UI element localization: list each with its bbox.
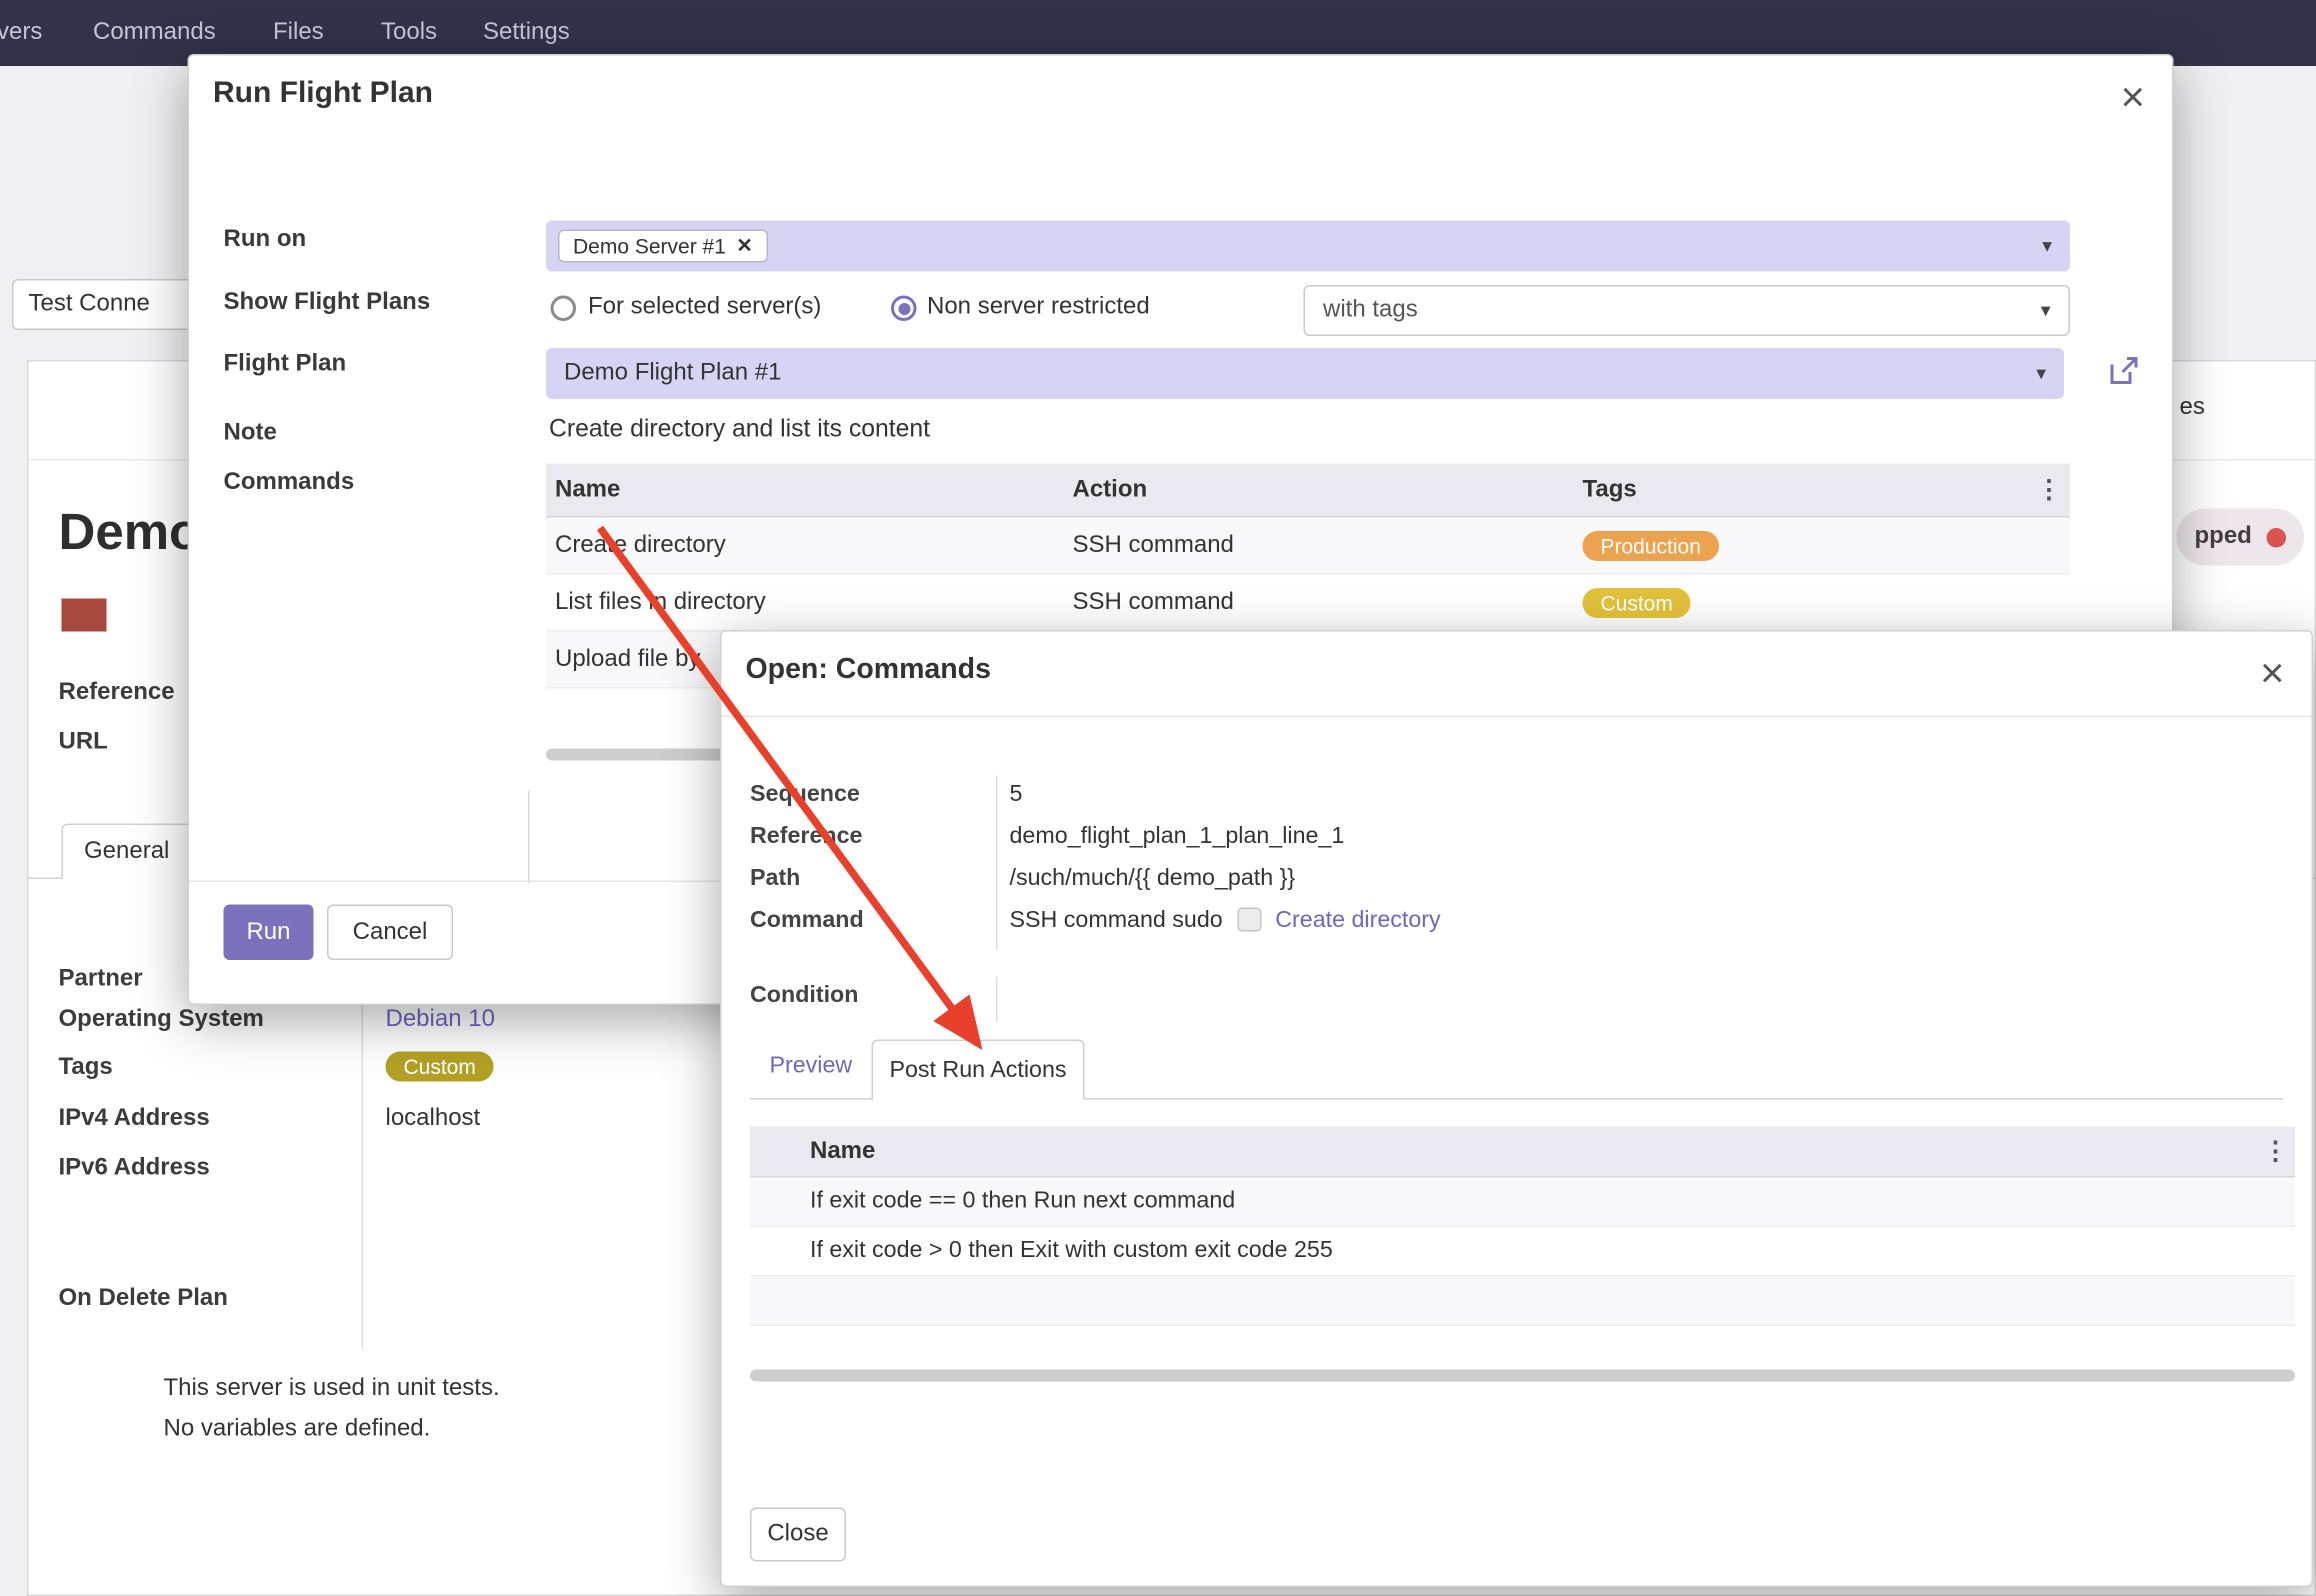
screenshot-root: vers Commands Files Tools Settings Test … bbox=[0, 0, 2316, 1596]
menu-item-tools[interactable]: Tools bbox=[381, 20, 437, 47]
table-row[interactable]: If exit code == 0 then Run next command bbox=[750, 1178, 2295, 1228]
note-label: Note bbox=[224, 420, 277, 447]
field-column-divider bbox=[362, 962, 364, 1349]
status-badge-label: pped bbox=[2195, 524, 2252, 551]
dialog-title: Open: Commands bbox=[746, 654, 991, 687]
flight-plan-value: Demo Flight Plan #1 bbox=[564, 360, 781, 387]
chip-remove-icon[interactable]: ✕ bbox=[736, 234, 752, 258]
server-chip-label: Demo Server #1 bbox=[573, 234, 726, 258]
tab-preview[interactable]: Preview bbox=[770, 1053, 853, 1080]
command-value-row: SSH command sudo Create directory bbox=[1010, 908, 1441, 935]
open-commands-dialog: Open: Commands × Sequence Reference Path… bbox=[720, 630, 2313, 1587]
row-name: If exit code == 0 then Run next command bbox=[810, 1188, 2256, 1215]
radio-non-server-restricted[interactable] bbox=[891, 296, 917, 322]
row-action: SSH command bbox=[1064, 532, 1574, 559]
sequence-value: 5 bbox=[1010, 782, 1023, 809]
table-header-row: Name Action Tags ⋮ bbox=[546, 464, 2070, 518]
close-button[interactable]: Close bbox=[750, 1508, 846, 1562]
command-label: Command bbox=[750, 908, 864, 935]
ipv4-label: IPv4 Address bbox=[59, 1106, 210, 1133]
radio-non-server-restricted-label[interactable]: Non server restricted bbox=[927, 294, 1150, 321]
ipv4-value: localhost bbox=[386, 1106, 481, 1133]
condition-value-divider bbox=[996, 977, 998, 1022]
table-row-empty bbox=[750, 1277, 2295, 1327]
chevron-down-icon[interactable]: ▾ bbox=[2042, 234, 2052, 258]
reference-value: demo_flight_plan_1_plan_line_1 bbox=[1010, 824, 1345, 851]
path-label: Path bbox=[750, 866, 800, 893]
table-row[interactable]: List files in directory SSH command Cust… bbox=[546, 575, 2070, 632]
kebab-icon[interactable]: ⋮ bbox=[2028, 475, 2070, 505]
horizontal-scrollbar[interactable] bbox=[750, 1370, 2295, 1382]
flight-plan-select[interactable]: Demo Flight Plan #1 ▾ bbox=[546, 348, 2064, 399]
pane-divider bbox=[528, 791, 530, 884]
col-name-header: Name bbox=[546, 476, 1064, 503]
on-delete-plan-label: On Delete Plan bbox=[59, 1286, 228, 1313]
cancel-button[interactable]: Cancel bbox=[327, 905, 453, 961]
run-on-label: Run on bbox=[224, 227, 307, 254]
status-badge-stopped: pped bbox=[2177, 509, 2305, 566]
show-flight-plans-label: Show Flight Plans bbox=[224, 290, 431, 317]
command-value: SSH command sudo bbox=[1010, 908, 1223, 934]
external-link-icon[interactable] bbox=[2106, 353, 2142, 389]
server-title: Demo bbox=[59, 504, 201, 563]
table-header-row: Name ⋮ bbox=[750, 1127, 2295, 1178]
field-value-divider bbox=[996, 776, 998, 950]
row-action: SSH command bbox=[1064, 589, 1574, 616]
reference-label: Reference bbox=[750, 824, 862, 851]
partner-label: Partner bbox=[59, 966, 143, 993]
url-label: URL bbox=[59, 729, 108, 756]
radio-for-selected-servers-label[interactable]: For selected server(s) bbox=[588, 294, 821, 321]
plan-summary-text: Create directory and list its content bbox=[549, 416, 930, 445]
run-on-select[interactable]: Demo Server #1 ✕ ▾ bbox=[546, 221, 2070, 272]
with-tags-select[interactable]: with tags ▾ bbox=[1304, 285, 2071, 336]
col-tags-header: Tags bbox=[1574, 476, 2029, 503]
statusbar-partial-text: es bbox=[2180, 395, 2205, 422]
sequence-label: Sequence bbox=[750, 782, 860, 809]
header-divider bbox=[722, 716, 2312, 718]
tag-badge: Production bbox=[1583, 530, 1719, 560]
server-note-line1: This server is used in unit tests. bbox=[164, 1376, 500, 1403]
menu-item-files[interactable]: Files bbox=[273, 20, 324, 47]
close-icon[interactable]: × bbox=[2260, 653, 2285, 695]
tags-label: Tags bbox=[59, 1055, 113, 1082]
chevron-down-icon[interactable]: ▾ bbox=[2041, 299, 2051, 323]
with-tags-value: with tags bbox=[1323, 297, 1418, 324]
screenshot-viewport: vers Commands Files Tools Settings Test … bbox=[0, 0, 2316, 1596]
close-icon[interactable]: × bbox=[2120, 77, 2145, 119]
post-run-actions-table: Name ⋮ If exit code == 0 then Run next c… bbox=[750, 1127, 2295, 1327]
dialog-title: Run Flight Plan bbox=[213, 77, 433, 112]
tag-badge: Custom bbox=[1583, 587, 1691, 617]
reference-label: Reference bbox=[59, 680, 175, 707]
menu-item-servers[interactable]: vers bbox=[0, 20, 42, 47]
col-action-header: Action bbox=[1064, 476, 1574, 503]
commands-label: Commands bbox=[224, 470, 355, 497]
operating-system-value[interactable]: Debian 10 bbox=[386, 1007, 495, 1034]
chevron-down-icon[interactable]: ▾ bbox=[2036, 362, 2046, 386]
tab-post-run-actions[interactable]: Post Run Actions bbox=[872, 1040, 1085, 1100]
menu-item-commands[interactable]: Commands bbox=[93, 20, 216, 47]
row-name: If exit code > 0 then Exit with custom e… bbox=[810, 1238, 2256, 1265]
condition-label: Condition bbox=[750, 983, 858, 1010]
kebab-icon[interactable]: ⋮ bbox=[2256, 1136, 2295, 1166]
ipv6-label: IPv6 Address bbox=[59, 1155, 210, 1182]
radio-for-selected-servers[interactable] bbox=[551, 296, 577, 322]
run-button[interactable]: Run bbox=[224, 905, 314, 961]
server-chip[interactable]: Demo Server #1 ✕ bbox=[558, 230, 768, 263]
path-value: /such/much/{{ demo_path }} bbox=[1010, 866, 1296, 893]
status-dot-icon bbox=[2267, 527, 2287, 547]
operating-system-label: Operating System bbox=[59, 1007, 264, 1034]
tag-badge-custom: Custom bbox=[386, 1052, 494, 1082]
menu-item-settings[interactable]: Settings bbox=[483, 20, 570, 47]
row-name: List files in directory bbox=[546, 589, 1064, 616]
radio-selected-dot bbox=[898, 302, 910, 314]
table-row[interactable]: Create directory SSH command Production bbox=[546, 518, 2070, 575]
col-name-header: Name bbox=[810, 1138, 2256, 1165]
server-color-swatch bbox=[62, 599, 107, 632]
create-directory-link[interactable]: Create directory bbox=[1275, 908, 1440, 934]
row-name: Create directory bbox=[546, 532, 1064, 559]
server-note-line2: No variables are defined. bbox=[164, 1416, 431, 1443]
table-row[interactable]: If exit code > 0 then Exit with custom e… bbox=[750, 1227, 2295, 1277]
flight-plan-label: Flight Plan bbox=[224, 351, 347, 378]
checkbox[interactable] bbox=[1238, 908, 1262, 932]
